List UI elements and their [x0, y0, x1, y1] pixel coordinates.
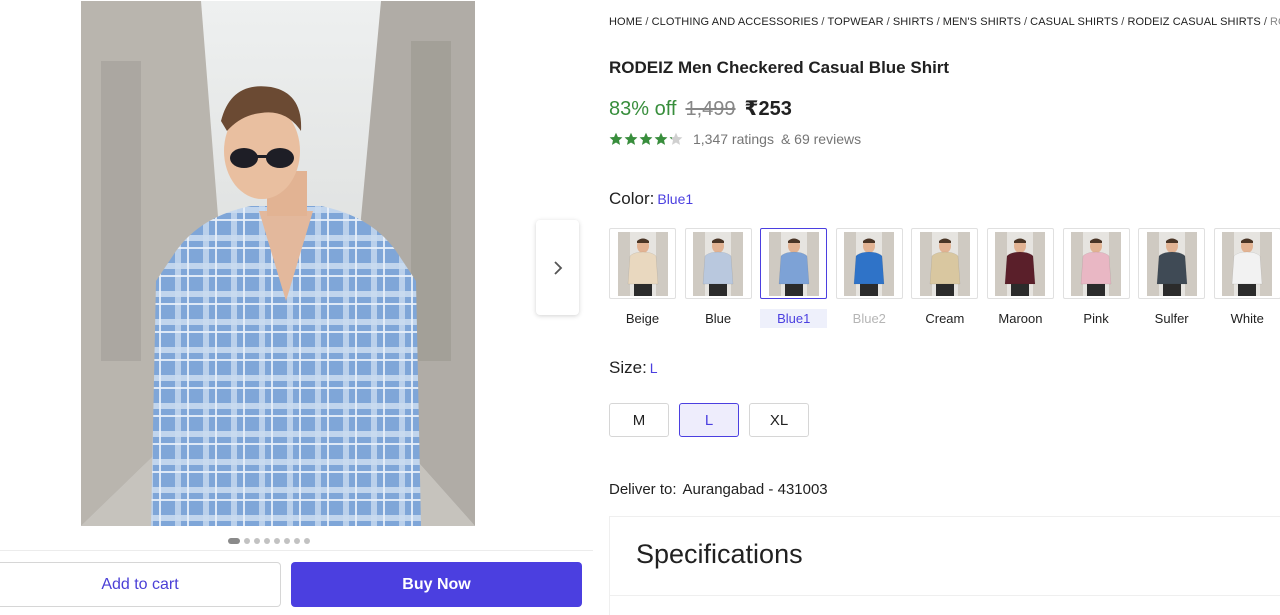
color-swatch-thumbnail: [911, 228, 979, 299]
color-swatch-label: Blue: [705, 311, 732, 326]
color-swatch-blue2[interactable]: Blue2: [835, 228, 903, 328]
color-swatch-cream[interactable]: Cream: [911, 228, 979, 328]
price-row: 83% off 1,499 ₹253: [609, 96, 792, 121]
color-swatch-maroon[interactable]: Maroon: [986, 228, 1054, 328]
color-swatch-label: White: [1230, 311, 1264, 326]
product-photo: [81, 1, 475, 526]
size-option-l[interactable]: L: [679, 403, 739, 437]
color-swatch-thumbnail: [1213, 228, 1280, 299]
color-swatch-thumbnail: [1062, 228, 1130, 299]
rating-summary[interactable]: 1,347 ratings & 69 reviews: [609, 131, 861, 147]
buy-now-button[interactable]: Buy Now: [291, 562, 582, 607]
breadcrumb: HOME / CLOTHING AND ACCESSORIES / TOPWEAR / SH…: [609, 16, 1280, 28]
breadcrumb-link[interactable]: CASUAL SHIRTS: [1030, 16, 1118, 28]
color-swatch-label: Blue2: [852, 311, 886, 326]
original-price: 1,499: [685, 98, 736, 120]
color-label: Color:: [609, 189, 655, 208]
shirt-model-icon: [693, 231, 744, 296]
color-label-row: Color: Blue1: [609, 189, 693, 209]
color-swatch-label: Sulfer: [1154, 311, 1189, 326]
color-swatch-blue1[interactable]: Blue1: [760, 228, 828, 328]
product-main-image[interactable]: [81, 1, 475, 526]
breadcrumb-separator: /: [936, 16, 940, 28]
color-swatch-label: Pink: [1083, 311, 1109, 326]
gallery-dot[interactable]: [254, 538, 260, 544]
specifications-divider: [610, 595, 1280, 596]
delivery-info[interactable]: Deliver to: Aurangabad - 431003: [609, 481, 828, 498]
gallery-dot[interactable]: [274, 538, 280, 544]
color-swatch-pink[interactable]: Pink: [1062, 228, 1130, 328]
breadcrumb-link[interactable]: SHIRTS: [893, 16, 934, 28]
ratings-count: 1,347 ratings: [693, 131, 774, 147]
gallery-dot[interactable]: [294, 538, 300, 544]
color-swatch-label: Beige: [625, 311, 660, 326]
size-label-row: Size: L: [609, 358, 658, 378]
shirt-model-icon: [1146, 231, 1197, 296]
selected-color: Blue1: [657, 191, 694, 207]
color-swatch-thumbnail: [684, 228, 752, 299]
size-options: M L XL: [609, 403, 809, 437]
add-to-cart-button[interactable]: Add to cart: [0, 562, 281, 607]
product-title: RODEIZ Men Checkered Casual Blue Shirt: [609, 58, 950, 77]
deliver-label: Deliver to:: [609, 481, 677, 498]
delivery-location: Aurangabad - 431003: [682, 481, 828, 498]
selling-price: ₹253: [744, 98, 792, 120]
size-label: Size:: [609, 358, 647, 377]
breadcrumb-separator: /: [645, 16, 649, 28]
shirt-model-icon: [919, 231, 970, 296]
shirt-model-icon: [1222, 231, 1273, 296]
gallery-dot[interactable]: [244, 538, 250, 544]
breadcrumb-separator: /: [1024, 16, 1028, 28]
shirt-model-icon: [617, 231, 668, 296]
star-rating: [609, 132, 683, 146]
purchase-action-bar: Add to cart Buy Now: [0, 550, 593, 615]
color-swatches: Beige Blue Blue1 Blue2 Cream Maroon Pink Sulfer…: [609, 228, 1280, 328]
star-icon: [624, 132, 638, 145]
color-swatch-white[interactable]: White: [1213, 228, 1280, 328]
gallery-dot[interactable]: [284, 538, 290, 544]
star-icon: [639, 132, 653, 145]
breadcrumb-link[interactable]: TOPWEAR: [828, 16, 884, 28]
chevron-right-icon: [553, 260, 562, 275]
star-icon: [609, 132, 623, 145]
color-swatch-blue[interactable]: Blue: [684, 228, 752, 328]
breadcrumb-separator: /: [1121, 16, 1125, 28]
color-swatch-sulfer[interactable]: Sulfer: [1138, 228, 1206, 328]
shirt-model-icon: [844, 231, 895, 296]
shirt-model-icon: [1071, 231, 1122, 296]
specifications-heading: Specifications: [636, 539, 803, 569]
star-icon: [654, 132, 668, 145]
reviews-count: & 69 reviews: [780, 131, 862, 147]
color-swatch-label: Cream: [925, 311, 965, 326]
color-swatch-thumbnail: [1138, 228, 1206, 299]
color-swatch-thumbnail: [609, 228, 676, 299]
breadcrumb-link[interactable]: CLOTHING AND ACCESSORIES: [652, 16, 819, 28]
shirt-model-icon: [995, 231, 1046, 296]
gallery-dot[interactable]: [304, 538, 310, 544]
size-option-xl[interactable]: XL: [749, 403, 809, 437]
breadcrumb-separator: /: [886, 16, 890, 28]
specifications-card: Specifications: [609, 516, 1280, 615]
discount-percent: 83% off: [609, 98, 677, 120]
size-option-m[interactable]: M: [609, 403, 669, 437]
breadcrumb-link[interactable]: HOME: [609, 16, 642, 28]
gallery-next-button[interactable]: [536, 220, 579, 315]
gallery-dot[interactable]: [228, 538, 240, 544]
color-swatch-label: Maroon: [998, 311, 1043, 326]
breadcrumb-separator: /: [821, 16, 825, 28]
color-swatch-beige[interactable]: Beige: [609, 228, 676, 328]
star-icon: [669, 132, 683, 145]
color-swatch-thumbnail: [986, 228, 1054, 299]
shirt-model-icon: [768, 231, 819, 296]
gallery-dot[interactable]: [264, 538, 270, 544]
gallery-pagination[interactable]: [228, 538, 310, 544]
color-swatch-label: Blue1: [760, 309, 828, 328]
breadcrumb-link[interactable]: MEN'S SHIRTS: [943, 16, 1021, 28]
selected-size: L: [649, 360, 658, 376]
color-swatch-thumbnail: [835, 228, 903, 299]
breadcrumb-link[interactable]: RODEIZ CASUAL SHIRTS: [1127, 16, 1260, 28]
color-swatch-thumbnail: [760, 228, 828, 299]
breadcrumb-separator: /: [1263, 16, 1268, 28]
breadcrumb-link[interactable]: RODE: [1270, 16, 1280, 28]
